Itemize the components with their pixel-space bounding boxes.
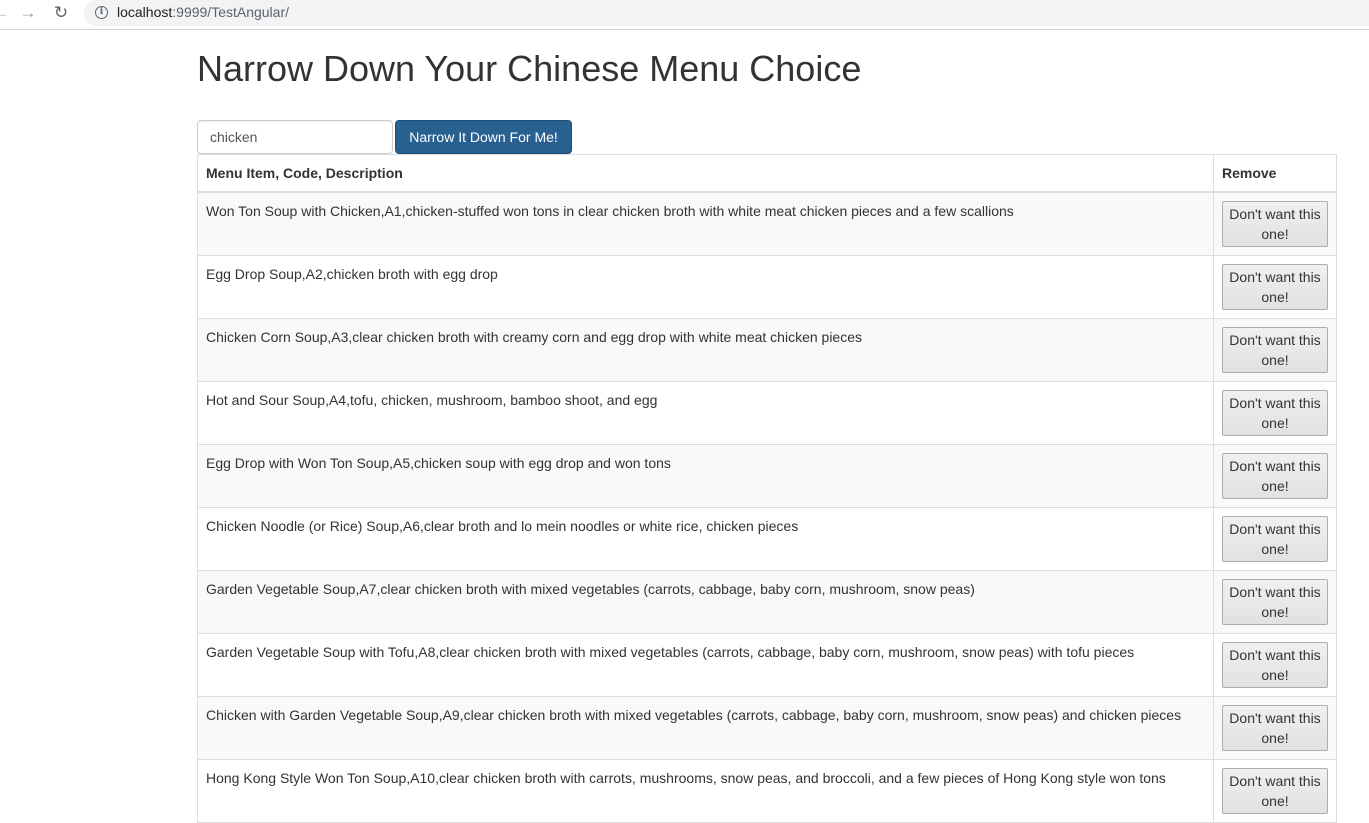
table-row: Garden Vegetable Soup with Tofu,A8,clear… [197,633,1337,697]
table-row: Hot and Sour Soup,A4,tofu, chicken, mush… [197,381,1337,445]
remove-item-button[interactable]: Don't want this one! [1222,327,1328,373]
column-header-description: Menu Item, Code, Description [197,154,1214,193]
remove-item-button[interactable]: Don't want this one! [1222,453,1328,499]
menu-item-description: Hong Kong Style Won Ton Soup,A10,clear c… [197,759,1214,823]
url-path: :9999/TestAngular/ [172,4,290,20]
forward-arrow-icon[interactable]: → [17,3,39,23]
browser-toolbar: ← → ↻ i localhost:9999/TestAngular/ [0,0,1369,30]
url-text[interactable]: localhost:9999/TestAngular/ [117,4,289,20]
remove-item-button[interactable]: Don't want this one! [1222,642,1328,688]
menu-item-description: Chicken with Garden Vegetable Soup,A9,cl… [197,696,1214,760]
menu-items-body: Won Ton Soup with Chicken,A1,chicken-stu… [197,191,1337,823]
address-bar[interactable]: i localhost:9999/TestAngular/ [84,0,1369,26]
page-title: Narrow Down Your Chinese Menu Choice [197,48,862,89]
table-row: Chicken with Garden Vegetable Soup,A9,cl… [197,696,1337,760]
table-row: Chicken Corn Soup,A3,clear chicken broth… [197,318,1337,382]
remove-item-button[interactable]: Don't want this one! [1222,516,1328,562]
table-row: Egg Drop Soup,A2,chicken broth with egg … [197,255,1337,319]
remove-cell: Don't want this one! [1213,507,1337,571]
narrow-it-down-button[interactable]: Narrow It Down For Me! [395,120,572,154]
remove-item-button[interactable]: Don't want this one! [1222,201,1328,247]
menu-item-description: Egg Drop with Won Ton Soup,A5,chicken so… [197,444,1214,508]
remove-cell: Don't want this one! [1213,191,1337,256]
table-row: Chicken Noodle (or Rice) Soup,A6,clear b… [197,507,1337,571]
remove-item-button[interactable]: Don't want this one! [1222,264,1328,310]
remove-cell: Don't want this one! [1213,696,1337,760]
remove-item-button[interactable]: Don't want this one! [1222,579,1328,625]
remove-item-button[interactable]: Don't want this one! [1222,768,1328,814]
remove-item-button[interactable]: Don't want this one! [1222,705,1328,751]
site-info-icon[interactable]: i [95,6,108,19]
remove-cell: Don't want this one! [1213,570,1337,634]
remove-cell: Don't want this one! [1213,255,1337,319]
remove-cell: Don't want this one! [1213,759,1337,823]
remove-item-button[interactable]: Don't want this one! [1222,390,1328,436]
reload-icon[interactable]: ↻ [50,3,72,23]
remove-cell: Don't want this one! [1213,381,1337,445]
menu-item-description: Garden Vegetable Soup,A7,clear chicken b… [197,570,1214,634]
remove-cell: Don't want this one! [1213,633,1337,697]
table-row: Egg Drop with Won Ton Soup,A5,chicken so… [197,444,1337,508]
back-arrow-icon[interactable]: ← [0,3,12,23]
menu-item-description: Egg Drop Soup,A2,chicken broth with egg … [197,255,1214,319]
menu-item-description: Chicken Corn Soup,A3,clear chicken broth… [197,318,1214,382]
remove-cell: Don't want this one! [1213,318,1337,382]
menu-item-description: Hot and Sour Soup,A4,tofu, chicken, mush… [197,381,1214,445]
menu-item-description: Won Ton Soup with Chicken,A1,chicken-stu… [197,191,1214,256]
menu-items-table: Menu Item, Code, Description Remove Won … [197,154,1337,823]
column-header-remove: Remove [1213,154,1337,193]
url-host: localhost [117,4,173,20]
menu-item-description: Garden Vegetable Soup with Tofu,A8,clear… [197,633,1214,697]
remove-cell: Don't want this one! [1213,444,1337,508]
table-header-row: Menu Item, Code, Description Remove [197,154,1337,193]
table-row: Won Ton Soup with Chicken,A1,chicken-stu… [197,191,1337,256]
search-input[interactable] [197,120,393,154]
table-row: Garden Vegetable Soup,A7,clear chicken b… [197,570,1337,634]
menu-item-description: Chicken Noodle (or Rice) Soup,A6,clear b… [197,507,1214,571]
table-row: Hong Kong Style Won Ton Soup,A10,clear c… [197,759,1337,823]
